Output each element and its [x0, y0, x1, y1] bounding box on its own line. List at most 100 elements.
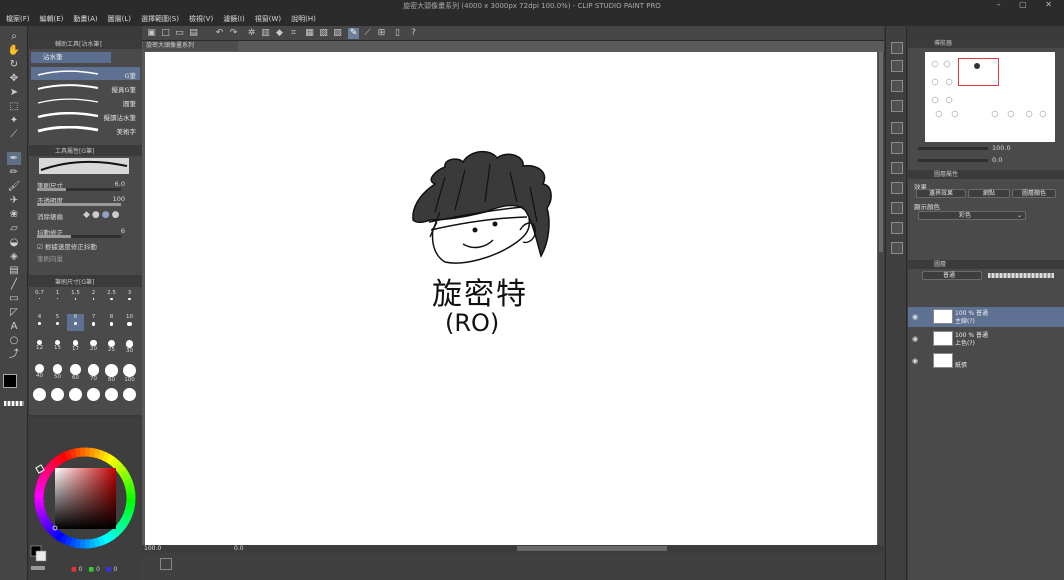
brush-size-option[interactable]: 30 — [121, 338, 138, 355]
menu-select[interactable]: 選擇範圍(S) — [141, 14, 179, 24]
item-bank-icon[interactable] — [891, 182, 903, 194]
prop-vector[interactable]: 筆刷向量 — [37, 253, 137, 263]
save-icon[interactable]: ▤ — [188, 28, 199, 39]
pen-tool-icon[interactable]: ✒ — [7, 152, 21, 165]
snap-icon[interactable]: ▨ — [332, 28, 343, 39]
eye-icon[interactable]: ◉ — [912, 357, 918, 365]
canvas[interactable]: 旋密特 (RO) — [145, 52, 877, 545]
brush-textured-pen[interactable]: 擬讀沾水筆 — [31, 109, 140, 122]
pencil-tool-icon[interactable]: ✏ — [7, 166, 21, 179]
brush-real-g-pen[interactable]: 擬真G筆 — [31, 81, 140, 94]
canvas-vertical-scrollbar[interactable] — [878, 52, 884, 545]
balloon-tool-icon[interactable]: ○ — [7, 334, 21, 347]
menu-help[interactable]: 說明(H) — [291, 14, 316, 24]
layer-row[interactable]: ◉ 紙張 — [908, 351, 1064, 371]
brush-size-option[interactable]: 4 — [31, 314, 48, 331]
menu-animation[interactable]: 動畫(A) — [73, 14, 97, 24]
color-wheel[interactable] — [29, 418, 142, 580]
brush-size-option[interactable]: 10 — [121, 314, 138, 331]
brush-size-option[interactable]: 3 — [121, 290, 138, 307]
brush-size-option[interactable]: 2.5 — [103, 290, 120, 307]
ruler-tool-icon[interactable]: ◸ — [7, 306, 21, 319]
brush-size-option[interactable]: 100 — [121, 362, 138, 383]
transparent-color-swatch[interactable] — [4, 401, 24, 406]
menu-file[interactable]: 檔案(F) — [6, 14, 30, 24]
rotate-tool-icon[interactable]: ↻ — [7, 58, 21, 71]
eraser-icon[interactable]: ▱ — [7, 222, 21, 235]
intermediate-color-icon[interactable] — [891, 242, 903, 254]
prop-stabilization[interactable]: 抖動修正 6 — [37, 227, 137, 238]
snap-special-ruler-icon[interactable]: ⟋ — [362, 28, 373, 39]
brush-size-option[interactable]: 70 — [85, 362, 102, 382]
text-tool-icon[interactable]: A — [7, 320, 21, 333]
brush-round-pen[interactable]: 圓筆 — [31, 95, 140, 108]
tone-button[interactable]: 網點 — [968, 189, 1010, 198]
blend-tool-icon[interactable]: ◒ — [7, 236, 21, 249]
brush-size-option[interactable]: 7 — [85, 314, 102, 331]
layer-color-button[interactable]: 圖層顏色 — [1012, 189, 1056, 198]
timeline-icon[interactable] — [160, 558, 172, 570]
navigator-zoom-slider[interactable] — [918, 147, 988, 150]
window-controls[interactable]: – ▢ ✕ — [997, 0, 1060, 9]
fill-tool-icon[interactable]: ◈ — [7, 250, 21, 263]
brush-calligraphy[interactable]: 美術字 — [31, 123, 140, 136]
color-set-icon[interactable] — [891, 202, 903, 214]
transform-icon[interactable]: ▦ — [304, 28, 315, 39]
open-file-icon[interactable]: ▭ — [174, 28, 185, 39]
angle-readout[interactable]: 0.0 — [234, 545, 244, 552]
auto-select-icon[interactable]: ✦ — [7, 114, 21, 127]
layer-row[interactable]: ◉ 100 % 普通 主線(?) — [908, 307, 1064, 327]
brush-size-option[interactable]: 20 — [85, 338, 102, 355]
redo-icon[interactable]: ↷ — [228, 28, 239, 39]
erase-icon[interactable]: ✲ — [246, 28, 257, 39]
menu-window[interactable]: 視窗(W) — [255, 14, 281, 24]
selection-tool-icon[interactable]: ⬚ — [7, 100, 21, 113]
gradient-icon[interactable]: ▤ — [7, 264, 21, 277]
crop-icon[interactable]: ⌗ — [288, 28, 299, 39]
operation-tool-icon[interactable]: ➤ — [7, 86, 21, 99]
snap-grid-icon[interactable]: ⊞ — [376, 28, 387, 39]
display-color-select[interactable]: 彩色 ⌄ — [918, 211, 1026, 220]
tablet-icon[interactable]: ▯ — [392, 28, 403, 39]
menu-view[interactable]: 檢視(V) — [189, 14, 213, 24]
eye-icon[interactable]: ◉ — [912, 313, 918, 321]
horizontal-scrollbar[interactable] — [517, 546, 667, 551]
brush-size-option[interactable]: 1 — [49, 290, 66, 307]
document-tab[interactable]: 旋密大頭像畫系列 — [143, 41, 238, 51]
eyedropper-icon[interactable]: ⟋ — [7, 128, 21, 141]
navigator-view-frame[interactable] — [958, 58, 999, 86]
brush-size-option[interactable]: 40 — [31, 362, 48, 379]
airbrush-icon[interactable]: ✈ — [7, 194, 21, 207]
decoration-icon[interactable]: ❀ — [7, 208, 21, 221]
auto-action-icon[interactable] — [891, 162, 903, 174]
brush-size-option[interactable]: 17 — [67, 338, 84, 355]
layer-search-icon[interactable] — [891, 122, 903, 134]
zoom-tool-icon[interactable]: ⌕ — [7, 30, 21, 43]
prop-opacity[interactable]: 不透明度 100 — [37, 195, 137, 206]
navigator-icon[interactable] — [891, 42, 903, 54]
new-file-icon[interactable]: □ — [160, 28, 171, 39]
brush-size-option[interactable]: 0.7 — [31, 290, 48, 307]
brush-size-option[interactable] — [67, 386, 84, 403]
ruler-icon[interactable]: ▧ — [318, 28, 329, 39]
brush-size-option[interactable]: 80 — [103, 362, 120, 383]
antialiasing-options[interactable]: ◆●●● — [83, 210, 122, 220]
menu-edit[interactable]: 編輯(E) — [40, 14, 64, 24]
clear-selection-icon[interactable]: ▥ — [260, 28, 271, 39]
frame-border-icon[interactable]: ▭ — [7, 292, 21, 305]
brush-size-option[interactable]: 15 — [49, 338, 66, 355]
brush-size-option[interactable]: 2 — [85, 290, 102, 307]
brush-g-pen[interactable]: G筆 — [31, 67, 140, 80]
brush-size-option[interactable] — [103, 386, 120, 403]
history-icon[interactable] — [891, 142, 903, 154]
correct-line-icon[interactable]: ⤴ — [7, 348, 21, 361]
zoom-readout[interactable]: 100.0 — [144, 545, 161, 552]
subtool-group-tab[interactable]: 沾水筆 — [31, 52, 111, 63]
border-effect-button[interactable]: 邊界效果 — [916, 189, 966, 198]
clip-studio-icon[interactable]: ▣ — [146, 28, 157, 39]
eye-icon[interactable]: ◉ — [912, 335, 918, 343]
menu-layer[interactable]: 圖層(L) — [108, 14, 131, 24]
brush-size-option[interactable] — [49, 386, 66, 403]
info-icon[interactable] — [891, 80, 903, 92]
undo-icon[interactable]: ↶ — [214, 28, 225, 39]
